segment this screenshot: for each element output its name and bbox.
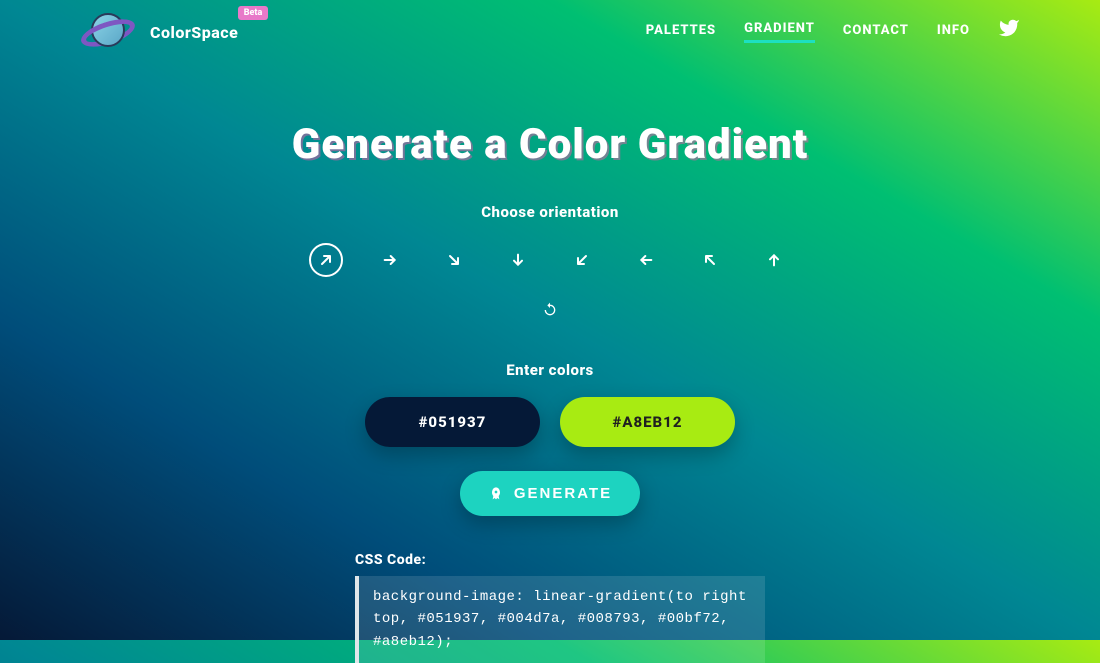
nav-gradient[interactable]: GRADIENT [744,21,815,43]
color-input-2[interactable]: #A8EB12 [560,397,735,447]
orient-top-left[interactable] [693,243,727,277]
color-input-1[interactable]: #051937 [365,397,540,447]
colors-label: Enter colors [506,361,593,379]
css-code-label: CSS Code: [355,552,765,568]
orient-bottom-left[interactable] [565,243,599,277]
nav-palettes[interactable]: PALETTES [646,23,716,42]
nav-info[interactable]: INFO [937,23,970,42]
generate-label: GENERATE [514,485,612,502]
brand: ColorSpace Beta [80,12,238,52]
beta-badge: Beta [238,6,269,20]
page-title: Generate a Color Gradient [292,120,808,169]
orient-bottom[interactable] [501,243,535,277]
orient-top-right[interactable] [309,243,343,277]
orient-bottom-right[interactable] [437,243,471,277]
orientation-picker [309,243,791,277]
main-nav: PALETTES GRADIENT CONTACT INFO [646,17,1020,47]
nav-contact[interactable]: CONTACT [843,23,909,42]
logo-icon [80,12,136,52]
orientation-label: Choose orientation [481,203,619,221]
generate-button[interactable]: GENERATE [460,471,640,516]
orient-left[interactable] [629,243,663,277]
css-code-output[interactable]: background-image: linear-gradient(to rig… [355,576,765,663]
rocket-icon [488,486,504,502]
orient-top[interactable] [757,243,791,277]
orient-right[interactable] [373,243,407,277]
reset-icon[interactable] [533,293,567,327]
brand-name: ColorSpace [150,23,238,42]
twitter-icon[interactable] [998,17,1020,47]
